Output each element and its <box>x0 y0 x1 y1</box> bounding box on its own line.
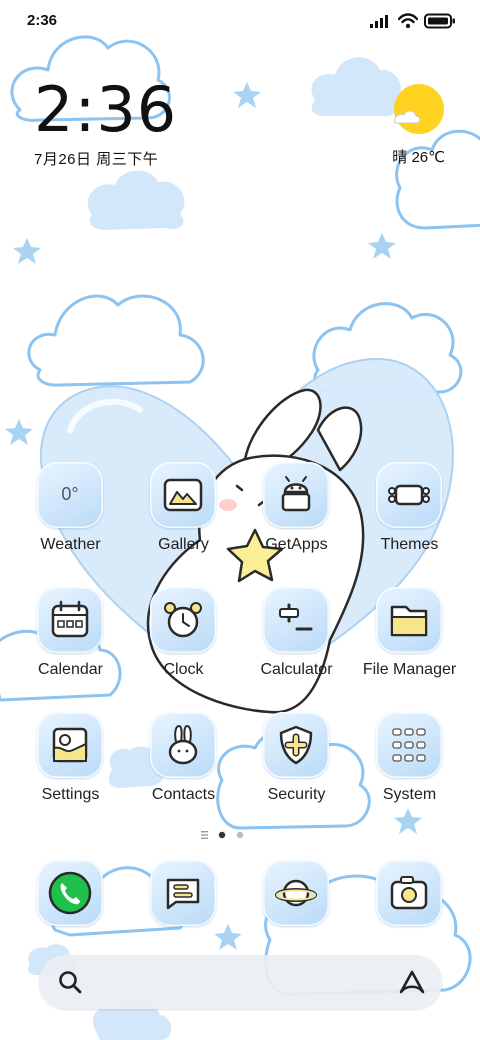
app-file-manager[interactable]: File Manager <box>353 585 466 695</box>
dock-browser[interactable] <box>240 858 353 968</box>
search-icon <box>59 971 82 994</box>
app-security[interactable]: Security <box>240 710 353 820</box>
themes-icon <box>376 462 442 528</box>
app-label: Themes <box>380 536 439 553</box>
shield-icon <box>263 712 329 778</box>
battery-icon <box>424 13 455 29</box>
page-dot-current <box>218 831 226 839</box>
app-label: File Manager <box>362 661 457 678</box>
getapps-icon <box>263 462 329 528</box>
weather-icon: 0° <box>37 462 103 528</box>
app-contacts[interactable]: Contacts <box>127 710 240 820</box>
messages-icon <box>150 860 216 926</box>
app-label: GetApps <box>265 536 328 553</box>
widget-time: 2:36 <box>34 73 178 146</box>
clock-widget[interactable]: 2:36 7月26日 周三下午 <box>34 78 177 169</box>
page-indicator[interactable] <box>200 829 260 841</box>
system-folder-icon <box>376 712 442 778</box>
weather-icon-temp: 0° <box>61 484 79 504</box>
calendar-icon <box>37 587 103 653</box>
assistant-icon[interactable] <box>398 968 426 996</box>
app-calculator[interactable]: Calculator <box>240 585 353 695</box>
calculator-icon <box>263 587 329 653</box>
app-label: Contacts <box>151 786 216 803</box>
dock-phone[interactable] <box>14 858 127 968</box>
widget-date: 7月26日 周三下午 <box>34 151 159 168</box>
app-themes[interactable]: Themes <box>353 460 466 570</box>
signal-icon <box>370 15 388 28</box>
status-icons <box>370 12 456 30</box>
page-dot <box>236 831 244 839</box>
alarm-clock-icon <box>150 587 216 653</box>
camera-icon <box>376 860 442 926</box>
status-time: 2:36 <box>27 12 58 29</box>
app-label: Calendar <box>38 661 103 678</box>
gallery-icon <box>150 462 216 528</box>
app-label: Settings <box>41 786 100 803</box>
search-bar[interactable] <box>39 955 442 1009</box>
browser-planet-icon <box>263 860 329 926</box>
sun-cloud-icon <box>394 84 444 134</box>
folder-icon <box>376 587 442 653</box>
app-calendar[interactable]: Calendar <box>14 585 127 695</box>
app-label: System <box>382 786 437 803</box>
app-label: Gallery <box>158 536 209 553</box>
page-list-icon <box>201 831 208 839</box>
app-label: Weather <box>40 536 101 553</box>
app-label: Calculator <box>260 661 333 678</box>
app-settings[interactable]: Settings <box>14 710 127 820</box>
settings-icon <box>37 712 103 778</box>
app-weather[interactable]: 0° Weather <box>14 460 127 570</box>
bunny-icon <box>150 712 216 778</box>
wifi-icon <box>398 13 418 29</box>
weather-text: 晴 26℃ <box>392 149 445 166</box>
app-label: Security <box>267 786 326 803</box>
app-getapps[interactable]: GetApps <box>240 460 353 570</box>
phone-icon <box>37 860 103 926</box>
app-system[interactable]: System <box>353 710 466 820</box>
app-gallery[interactable]: Gallery <box>127 460 240 570</box>
app-label: Clock <box>163 661 204 678</box>
dock-camera[interactable] <box>353 858 466 968</box>
dock-messages[interactable] <box>127 858 240 968</box>
app-clock[interactable]: Clock <box>127 585 240 695</box>
status-bar: 2:36 <box>0 0 480 42</box>
dock <box>14 858 466 938</box>
